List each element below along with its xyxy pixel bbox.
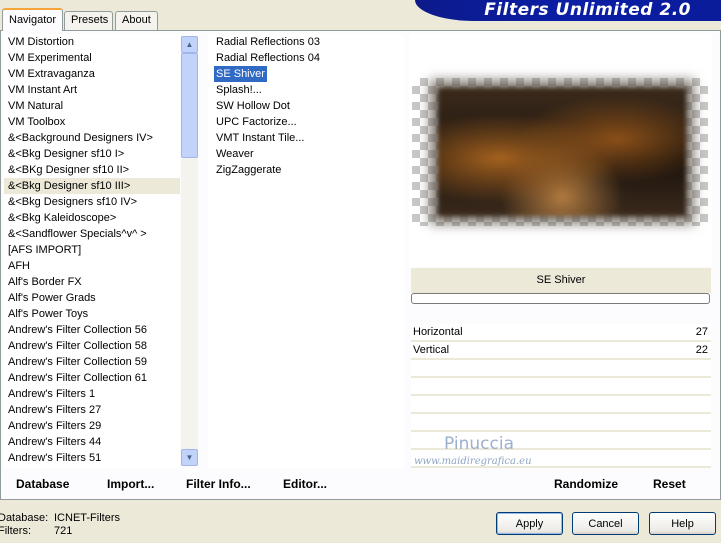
watermark-name: Pinuccia (444, 434, 514, 454)
filter-row: ZigZaggerate (214, 162, 404, 178)
category-item[interactable]: VM Instant Art (4, 82, 180, 98)
category-item[interactable]: Alf's Power Toys (4, 306, 180, 322)
filter-row: SW Hollow Dot (214, 98, 404, 114)
param-value: 22 (695, 344, 708, 356)
filter-row: Radial Reflections 03 (214, 34, 404, 50)
filter-item[interactable]: SW Hollow Dot (214, 98, 292, 114)
category-item[interactable]: VM Distortion (4, 34, 180, 50)
filter-item[interactable]: VMT Instant Tile... (214, 130, 306, 146)
category-item[interactable]: Andrew's Filters 51 (4, 450, 180, 466)
category-scrollbar[interactable]: ▲ ▼ (181, 36, 198, 466)
reset-button[interactable]: Reset (653, 476, 686, 492)
category-item[interactable]: Andrew's Filter Collection 58 (4, 338, 180, 354)
category-item[interactable]: [AFS IMPORT] (4, 242, 180, 258)
category-item[interactable]: &<Bkg Designers sf10 IV> (4, 194, 180, 210)
param-label: Horizontal (413, 326, 463, 338)
tab-bar: Navigator Presets About (0, 0, 420, 31)
filter-row: SE Shiver (214, 66, 404, 82)
filter-info-button[interactable]: Filter Info... (186, 476, 251, 492)
randomize-button[interactable]: Randomize (554, 476, 618, 492)
category-item[interactable]: Andrew's Filters 29 (4, 418, 180, 434)
param-row-empty (411, 360, 711, 378)
category-item[interactable]: &<Background Designers IV> (4, 130, 180, 146)
category-item[interactable]: Andrew's Filters 44 (4, 434, 180, 450)
filter-list[interactable]: Radial Reflections 03 Radial Reflections … (208, 34, 404, 468)
param-value: 27 (695, 326, 708, 338)
title-banner: Filters Unlimited 2.0 (415, 0, 721, 21)
filter-item[interactable]: ZigZaggerate (214, 162, 283, 178)
category-item[interactable]: Andrew's Filters 1 (4, 386, 180, 402)
filter-row: VMT Instant Tile... (214, 130, 404, 146)
category-item[interactable]: Andrew's Filter Collection 59 (4, 354, 180, 370)
category-item[interactable]: Alf's Border FX (4, 274, 180, 290)
scroll-thumb[interactable] (181, 53, 198, 158)
category-item[interactable]: Alf's Power Grads (4, 290, 180, 306)
transparency-checkerboard (412, 78, 708, 226)
filter-row: Weaver (214, 146, 404, 162)
param-row-horizontal[interactable]: Horizontal 27 (411, 324, 711, 342)
filter-item[interactable]: Radial Reflections 04 (214, 50, 322, 66)
param-row-empty (411, 414, 711, 432)
category-item[interactable]: Andrew's Filter Collection 61 (4, 370, 180, 386)
category-item[interactable]: &<BKg Designer sf10 II> (4, 162, 180, 178)
param-label: Vertical (413, 344, 450, 356)
app-title: Filters Unlimited 2.0 (484, 0, 691, 20)
filter-row: Radial Reflections 04 (214, 50, 404, 66)
category-list[interactable]: VM Distortion VM Experimental VM Extravaga… (4, 34, 180, 468)
status-filters-value: 721 (54, 525, 73, 537)
filter-item[interactable]: Radial Reflections 03 (214, 34, 322, 50)
filter-item[interactable]: Weaver (214, 146, 256, 162)
cancel-button[interactable]: Cancel (572, 512, 639, 535)
filter-row: UPC Factorize... (214, 114, 404, 130)
import-button[interactable]: Import... (107, 476, 154, 492)
category-item[interactable]: &<Bkg Designer sf10 I> (4, 146, 180, 162)
scroll-up-arrow-icon[interactable]: ▲ (181, 36, 198, 53)
tab-navigator[interactable]: Navigator (2, 8, 63, 31)
category-item[interactable]: VM Extravaganza (4, 66, 180, 82)
database-button[interactable]: Database (16, 476, 69, 492)
category-item[interactable]: VM Natural (4, 98, 180, 114)
category-item[interactable]: &<Sandflower Specials^v^ > (4, 226, 180, 242)
filter-item[interactable]: UPC Factorize... (214, 114, 299, 130)
status-filters-label: Filters: (0, 525, 31, 537)
scroll-down-arrow-icon[interactable]: ▼ (181, 449, 198, 466)
category-item[interactable]: &<Bkg Designer sf10 III> (4, 178, 180, 194)
param-row-vertical[interactable]: Vertical 22 (411, 342, 711, 360)
param-row-empty (411, 396, 711, 414)
tab-about[interactable]: About (115, 11, 158, 30)
help-button[interactable]: Help (649, 512, 716, 535)
status-database-value: ICNET-Filters (54, 512, 120, 524)
editor-button[interactable]: Editor... (283, 476, 327, 492)
filter-item[interactable]: Splash!... (214, 82, 264, 98)
watermark: Pinuccia www.maidiregrafica.eu (412, 434, 592, 472)
status-database-label: Database: (0, 512, 49, 524)
category-item[interactable]: &<Bkg Kaleidoscope> (4, 210, 180, 226)
category-item[interactable]: VM Toolbox (4, 114, 180, 130)
filter-row: Splash!... (214, 82, 404, 98)
progress-bar (411, 293, 710, 304)
apply-button[interactable]: Apply (496, 512, 563, 535)
category-item[interactable]: Andrew's Filter Collection 56 (4, 322, 180, 338)
param-row-empty (411, 378, 711, 396)
preview-area (409, 34, 712, 267)
category-item[interactable]: VM Experimental (4, 50, 180, 66)
preview-image (438, 88, 686, 216)
category-item[interactable]: Andrew's Filters 27 (4, 402, 180, 418)
tab-presets[interactable]: Presets (64, 11, 113, 30)
watermark-url: www.maidiregrafica.eu (414, 456, 532, 467)
filter-name-display: SE Shiver (411, 268, 711, 293)
filter-item[interactable]: SE Shiver (214, 66, 267, 82)
category-item[interactable]: AFH (4, 258, 180, 274)
